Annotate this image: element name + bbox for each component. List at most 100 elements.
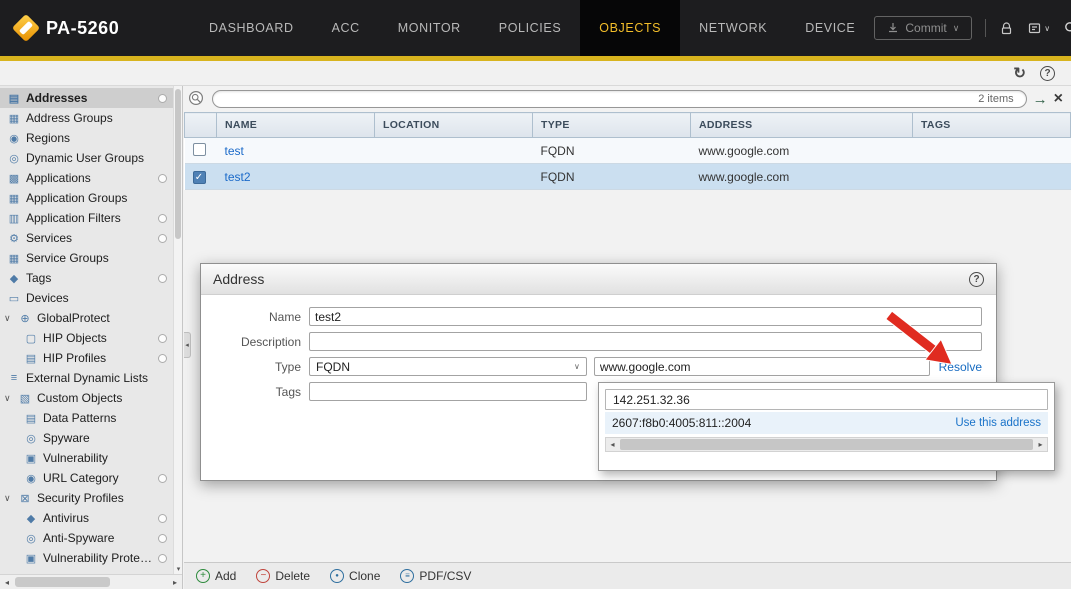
apply-filter-icon[interactable]: → xyxy=(1033,92,1048,107)
tab-objects[interactable]: OBJECTS xyxy=(580,0,680,56)
sidebar-item-applications[interactable]: ▩ Applications xyxy=(0,168,173,188)
filter-search-icon[interactable] xyxy=(188,90,206,108)
tab-monitor[interactable]: MONITOR xyxy=(379,0,480,56)
sidebar-item-custom-objects[interactable]: ∨ ▧ Custom Objects xyxy=(0,388,173,408)
sidebar-item-label: Spyware xyxy=(43,431,90,445)
vulnerability-protection-icon: ▣ xyxy=(24,552,38,565)
column-header-name[interactable]: NAME xyxy=(217,113,375,138)
column-header-address[interactable]: ADDRESS xyxy=(691,113,913,138)
sidebar-item-tags[interactable]: ◆ Tags xyxy=(0,268,173,288)
delete-button[interactable]: − Delete xyxy=(256,569,310,583)
tags-input[interactable] xyxy=(309,382,587,401)
add-button[interactable]: + Add xyxy=(196,569,236,583)
applications-icon: ▩ xyxy=(7,172,21,185)
help-icon[interactable]: ? xyxy=(1040,66,1055,81)
sidebar: ▤ Addresses ▦ Address Groups ◉ Regions ◎… xyxy=(0,86,183,589)
sidebar-item-spyware[interactable]: ◎ Spyware xyxy=(0,428,173,448)
scroll-down-icon[interactable]: ▾ xyxy=(174,563,183,574)
scroll-right-icon[interactable]: ▸ xyxy=(1034,438,1047,451)
pdf-csv-button[interactable]: ≡ PDF/CSV xyxy=(400,569,471,583)
column-header-location[interactable]: LOCATION xyxy=(375,113,533,138)
sidebar-item-label: Regions xyxy=(26,131,70,145)
scrollbar-thumb[interactable] xyxy=(175,89,181,239)
sidebar-item-external-dynamic-lists[interactable]: ≡ External Dynamic Lists xyxy=(0,368,173,388)
column-header-type[interactable]: TYPE xyxy=(533,113,691,138)
type-field-row: Type FQDN ∨ Resolve xyxy=(201,357,982,376)
row-checkbox[interactable] xyxy=(193,171,206,184)
sidebar-item-application-groups[interactable]: ▦ Application Groups xyxy=(0,188,173,208)
fqdn-input[interactable] xyxy=(594,357,930,376)
service-groups-icon: ▦ xyxy=(7,252,21,265)
sidebar-item-application-filters[interactable]: ▥ Application Filters xyxy=(0,208,173,228)
name-input[interactable] xyxy=(309,307,982,326)
table-row[interactable]: test FQDN www.google.com xyxy=(185,138,1071,164)
sidebar-vertical-scrollbar[interactable]: ▾ xyxy=(173,86,182,574)
commit-button[interactable]: Commit ∨ xyxy=(874,16,972,40)
device-title: PA-5260 xyxy=(46,18,119,39)
address-name-link[interactable]: test2 xyxy=(225,170,251,184)
resolve-result-item[interactable]: 2607:f8b0:4005:811::2004 Use this addres… xyxy=(605,412,1048,434)
column-header-tags[interactable]: TAGS xyxy=(913,113,1071,138)
sidebar-item-anti-spyware[interactable]: ◎ Anti-Spyware xyxy=(0,528,173,548)
sidebar-horizontal-scrollbar[interactable]: ◂ ▸ xyxy=(0,574,182,589)
row-checkbox[interactable] xyxy=(193,143,206,156)
commit-icon xyxy=(887,22,899,34)
status-dot xyxy=(158,234,167,243)
scrollbar-thumb[interactable] xyxy=(620,439,1033,450)
type-label: Type xyxy=(201,360,301,374)
tab-device[interactable]: DEVICE xyxy=(786,0,874,56)
sidebar-item-label: Anti-Spyware xyxy=(43,531,114,545)
sidebar-item-hip-profiles[interactable]: ▤ HIP Profiles xyxy=(0,348,173,368)
use-this-address-link[interactable]: Use this address xyxy=(955,417,1041,429)
chevron-down-icon[interactable]: ∨ xyxy=(4,493,13,504)
sidebar-collapse-handle[interactable]: ◂ xyxy=(184,332,191,358)
dialog-header[interactable]: Address ? xyxy=(201,264,996,295)
clone-button[interactable]: ● Clone xyxy=(330,569,380,583)
sidebar-item-regions[interactable]: ◉ Regions xyxy=(0,128,173,148)
chevron-down-icon[interactable]: ∨ xyxy=(4,313,13,324)
sidebar-item-addresses[interactable]: ▤ Addresses xyxy=(0,88,173,108)
tab-policies[interactable]: POLICIES xyxy=(480,0,580,56)
sidebar-item-devices[interactable]: ▭ Devices xyxy=(0,288,173,308)
description-field-row: Description xyxy=(201,332,982,351)
table-row[interactable]: test2 FQDN www.google.com xyxy=(185,164,1071,190)
sidebar-item-data-patterns[interactable]: ▤ Data Patterns xyxy=(0,408,173,428)
resolve-link[interactable]: Resolve xyxy=(939,360,982,374)
addresses-table: NAME LOCATION TYPE ADDRESS TAGS test FQD… xyxy=(184,112,1071,190)
dialog-help-icon[interactable]: ? xyxy=(969,272,984,287)
tab-network[interactable]: NETWORK xyxy=(680,0,786,56)
sidebar-item-services[interactable]: ⚙ Services xyxy=(0,228,173,248)
type-select[interactable]: FQDN ∨ xyxy=(309,357,587,376)
refresh-icon[interactable]: ↻ xyxy=(1013,66,1026,81)
chevron-down-icon[interactable]: ∨ xyxy=(4,393,13,404)
sidebar-item-service-groups[interactable]: ▦ Service Groups xyxy=(0,248,173,268)
scroll-left-icon[interactable]: ◂ xyxy=(0,575,14,589)
sidebar-item-url-category[interactable]: ◉ URL Category xyxy=(0,468,173,488)
filter-input[interactable]: 2 items xyxy=(212,90,1027,108)
sidebar-item-antivirus[interactable]: ◆ Antivirus xyxy=(0,508,173,528)
sidebar-item-globalprotect[interactable]: ∨ ⊕ GlobalProtect xyxy=(0,308,173,328)
tab-dashboard[interactable]: DASHBOARD xyxy=(190,0,313,56)
tab-acc[interactable]: ACC xyxy=(313,0,379,56)
search-icon[interactable] xyxy=(1063,20,1071,36)
sidebar-item-dynamic-user-groups[interactable]: ◎ Dynamic User Groups xyxy=(0,148,173,168)
popup-horizontal-scrollbar[interactable]: ◂ ▸ xyxy=(605,437,1048,452)
sidebar-item-security-profiles[interactable]: ∨ ⊠ Security Profiles xyxy=(0,488,173,508)
sidebar-item-vulnerability-protection[interactable]: ▣ Vulnerability Protection xyxy=(0,548,173,568)
address-name-link[interactable]: test xyxy=(225,144,244,158)
sidebar-item-address-groups[interactable]: ▦ Address Groups xyxy=(0,108,173,128)
scroll-right-icon[interactable]: ▸ xyxy=(168,575,182,589)
sidebar-item-hip-objects[interactable]: ▢ HIP Objects xyxy=(0,328,173,348)
resolve-result-item[interactable]: 142.251.32.36 xyxy=(605,389,1048,410)
pdf-csv-label: PDF/CSV xyxy=(419,569,471,583)
scroll-left-icon[interactable]: ◂ xyxy=(606,438,619,451)
description-input[interactable] xyxy=(309,332,982,351)
type-select-value: FQDN xyxy=(316,360,350,374)
clear-filter-icon[interactable]: × xyxy=(1054,91,1063,107)
custom-objects-icon: ▧ xyxy=(18,392,32,405)
scrollbar-thumb[interactable] xyxy=(15,577,110,587)
cell-location xyxy=(375,138,533,164)
task-manager-icon[interactable]: ∨ xyxy=(1027,21,1050,36)
sidebar-item-vulnerability[interactable]: ▣ Vulnerability xyxy=(0,448,173,468)
lock-icon[interactable] xyxy=(999,21,1014,36)
